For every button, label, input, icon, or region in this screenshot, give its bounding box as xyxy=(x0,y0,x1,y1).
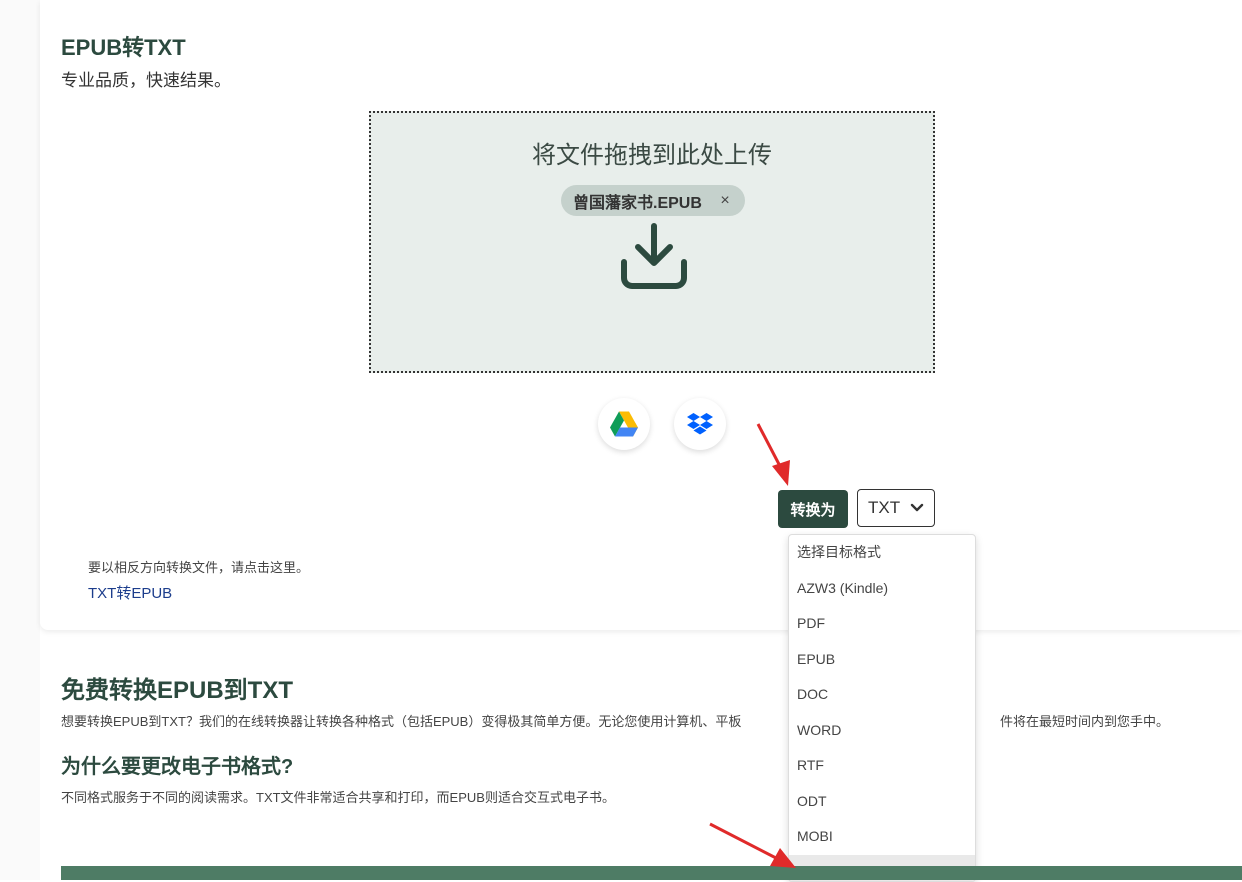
remove-file-button[interactable]: × xyxy=(717,192,733,210)
format-option[interactable]: WORD xyxy=(789,713,975,749)
format-option[interactable]: MOBI xyxy=(789,819,975,855)
dropbox-button[interactable] xyxy=(674,398,726,450)
format-dropdown: 选择目标格式 AZW3 (Kindle) PDF EPUB DOC WORD R… xyxy=(788,534,976,882)
format-option[interactable]: RTF xyxy=(789,748,975,784)
file-dropzone[interactable]: 将文件拖拽到此处上传 曾国藩家书.EPUB × xyxy=(369,111,935,373)
left-gutter xyxy=(0,0,40,880)
format-option[interactable]: EPUB xyxy=(789,642,975,678)
uploaded-file-name: 曾国藩家书.EPUB xyxy=(573,189,717,213)
chevron-down-icon xyxy=(910,503,924,513)
download-icon xyxy=(618,220,690,292)
format-option[interactable]: 选择目标格式 xyxy=(789,535,975,571)
convert-button[interactable]: 转换为 xyxy=(778,490,848,528)
uploaded-file-chip: 曾国藩家书.EPUB × xyxy=(561,185,745,216)
google-drive-button[interactable] xyxy=(598,398,650,450)
dropbox-icon xyxy=(687,412,713,436)
article-paragraph-start: 想要转换EPUB到TXT？我们的在线转换器让转换各种格式（包括EPUB）变得极其… xyxy=(61,711,741,730)
google-drive-icon xyxy=(610,411,638,437)
reverse-note: 要以相反方向转换文件，请点击这里。 xyxy=(88,557,309,576)
format-option[interactable]: PDF xyxy=(789,606,975,642)
reverse-conversion-link[interactable]: TXT转EPUB xyxy=(88,582,172,603)
annotation-arrow-icon xyxy=(706,820,798,872)
article-heading: 免费转换EPUB到TXT xyxy=(61,670,293,705)
format-option[interactable]: ODT xyxy=(789,784,975,820)
format-select-value: TXT xyxy=(868,498,910,518)
page-title: EPUB转TXT xyxy=(61,30,186,62)
footer-bar xyxy=(61,866,1242,880)
article-subheading: 为什么要更改电子书格式? xyxy=(61,750,293,779)
article-paragraph-end: 件将在最短时间内到您手中。 xyxy=(1000,711,1169,730)
format-select[interactable]: TXT xyxy=(857,489,935,527)
format-option[interactable]: DOC xyxy=(789,677,975,713)
format-option[interactable]: AZW3 (Kindle) xyxy=(789,571,975,607)
dropzone-text: 将文件拖拽到此处上传 xyxy=(371,135,933,170)
article-paragraph-2: 不同格式服务于不同的阅读需求。TXT文件非常适合共享和打印，而EPUB则适合交互… xyxy=(61,787,615,806)
page-subtitle: 专业品质，快速结果。 xyxy=(61,66,231,91)
